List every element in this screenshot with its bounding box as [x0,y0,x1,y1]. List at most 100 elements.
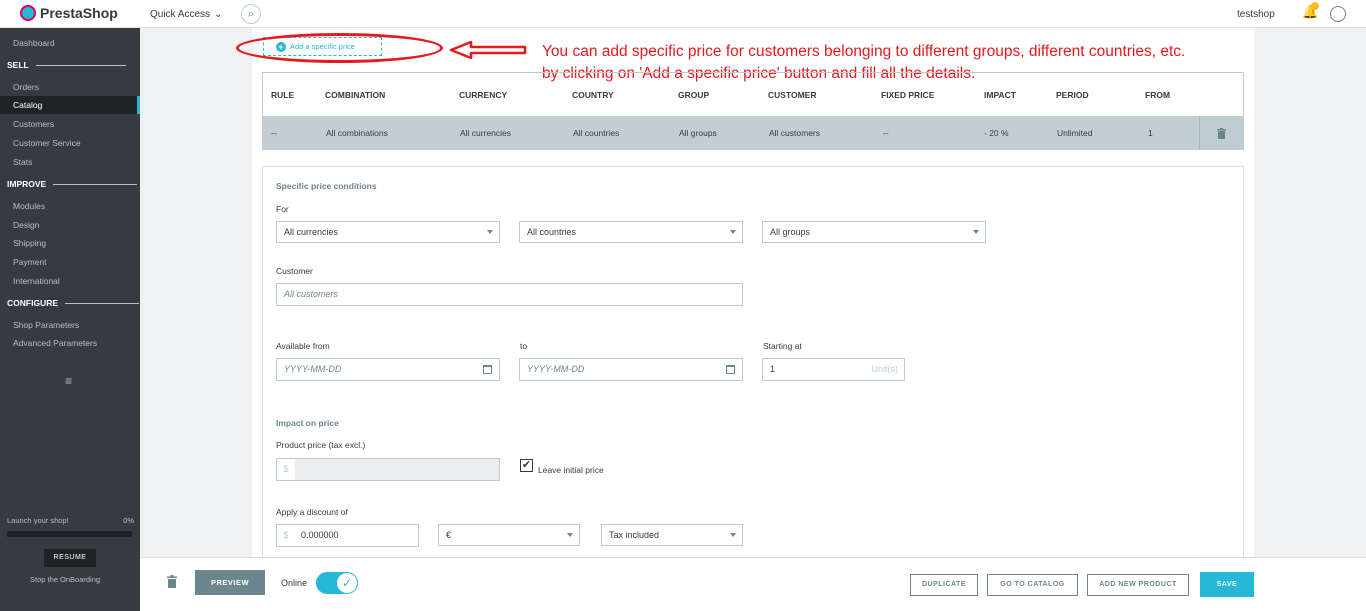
discount-amount-input[interactable]: $ 0.000000 [276,524,419,547]
table-row: -- All combinations All currencies All c… [263,116,1243,150]
currency-addon: $ [277,459,295,480]
table-cell: All groups [679,128,717,138]
date-to-placeholder: YYYY-MM-DD [527,364,585,374]
sidebar-item-shop-parameters[interactable]: Shop Parameters [13,320,79,330]
prestashop-logo[interactable]: PrestaShop [20,5,118,21]
sidebar-item-design[interactable]: Design [13,220,39,230]
leave-initial-price-label: Leave initial price [538,465,604,475]
sidebar-item-international[interactable]: International [13,276,60,286]
table-cell: All currencies [460,128,512,138]
notification-badge [1311,2,1319,10]
caret-down-icon [487,230,493,234]
online-toggle[interactable]: ✓ [316,572,358,594]
add-new-product-button[interactable]: ADD NEW PRODUCT [1087,574,1189,596]
currency-select[interactable]: All currencies [276,221,500,243]
impact-title: Impact on price [276,418,339,428]
discount-amount-value: 0.000000 [301,530,339,540]
column-header: GROUP [678,90,710,100]
sidebar-item-orders[interactable]: Orders [13,82,39,92]
top-bar: PrestaShop Quick Access ⌄ ⌕ testshop 🔔 [0,0,1366,28]
delete-rule-button[interactable] [1199,116,1243,150]
tax-mode-select[interactable]: Tax included [601,524,743,546]
sidebar-section-configure: CONFIGURE [7,298,139,308]
product-price-input[interactable]: $ [276,458,500,481]
launch-progress-value: 0% [123,516,134,525]
calendar-icon [483,365,492,374]
table-cell: -- [271,128,277,138]
specific-prices-table: RULE COMBINATION CURRENCY COUNTRY GROUP … [262,72,1244,150]
calendar-icon [726,365,735,374]
column-header: IMPACT [984,90,1016,100]
leave-initial-price-checkbox[interactable]: ✔ [520,459,533,472]
go-to-catalog-button[interactable]: GO TO CATALOG [987,574,1078,596]
sidebar-item-payment[interactable]: Payment [13,257,47,267]
brand-name: PrestaShop [40,5,118,21]
chevron-down-icon: ⌄ [214,9,223,20]
column-header: FROM [1145,90,1171,100]
to-label: to [520,341,528,351]
unit-suffix: Unit(s) [871,364,899,374]
annotation-ellipse [236,33,443,63]
sidebar-item-customer-service[interactable]: Customer Service [13,138,81,148]
resume-button[interactable]: RESUME [44,549,96,567]
sidebar-section-improve: IMPROVE [7,179,138,189]
sidebar-item-stats[interactable]: Stats [13,157,32,167]
conditions-title: Specific price conditions [276,181,377,191]
duplicate-button[interactable]: DUPLICATE [910,574,978,596]
column-header: CURRENCY [459,90,508,100]
quick-access-dropdown[interactable]: Quick Access ⌄ [150,9,222,20]
stop-onboarding-link[interactable]: Stop the OnBoarding [30,575,100,584]
date-from-placeholder: YYYY-MM-DD [284,364,342,374]
country-select[interactable]: All countries [519,221,743,243]
caret-down-icon [730,230,736,234]
currency-select-value: All currencies [284,227,339,237]
preview-button[interactable]: PREVIEW [195,570,265,595]
group-select-value: All groups [770,227,811,237]
table-cell: All combinations [326,128,388,138]
delete-product-trash-icon[interactable] [167,575,177,588]
quick-access-label: Quick Access [150,9,211,20]
customer-search-input[interactable]: All customers [276,283,743,306]
column-header: CUSTOMER [768,90,817,100]
shop-name-link[interactable]: testshop [1237,9,1275,20]
sidebar-item-customers[interactable]: Customers [13,119,54,129]
save-button[interactable]: SAVE [1200,572,1254,597]
column-header: COUNTRY [572,90,614,100]
launch-shop-status: Launch your shop! 0% [7,516,134,525]
available-from-label: Available from [276,341,330,351]
sidebar-item-shipping[interactable]: Shipping [13,238,46,248]
for-label: For [276,204,289,214]
discount-label: Apply a discount of [276,507,348,517]
sidebar-section-title: IMPROVE [7,179,47,189]
starting-at-input[interactable]: 1 Unit(s) [762,358,905,381]
sidebar-item-catalog[interactable]: Catalog [0,96,140,114]
group-select[interactable]: All groups [762,221,986,243]
table-cell: Unlimited [1057,128,1093,138]
date-from-input[interactable]: YYYY-MM-DD [276,358,500,381]
table-cell: All customers [769,128,821,138]
table-cell: - 20 % [984,128,1009,138]
divider [35,64,126,66]
sidebar-item-dashboard[interactable]: Dashboard [13,38,55,48]
annotation-line-1: You can add specific price for customers… [542,43,1186,60]
sidebar-item-modules[interactable]: Modules [13,201,45,211]
date-to-input[interactable]: YYYY-MM-DD [519,358,743,381]
country-select-value: All countries [527,227,577,237]
divider [53,183,138,185]
online-label: Online [281,578,308,588]
sidebar-section-title: SELL [7,60,29,70]
discount-type-select[interactable]: € [438,524,580,546]
column-header: COMBINATION [325,90,386,100]
caret-down-icon [973,230,979,234]
table-cell: 1 [1148,128,1153,138]
table-cell: -- [883,128,889,138]
check-icon: ✓ [337,573,357,593]
starting-at-value: 1 [770,364,776,374]
search-icon[interactable]: ⌕ [241,4,261,24]
annotation-arrow-icon [449,40,527,60]
user-account-icon[interactable] [1330,6,1346,22]
caret-down-icon [567,533,573,537]
menu-collapse-icon[interactable]: ≡ [65,374,72,388]
sidebar-item-advanced-parameters[interactable]: Advanced Parameters [13,338,97,348]
starting-at-label: Starting at [763,341,802,351]
